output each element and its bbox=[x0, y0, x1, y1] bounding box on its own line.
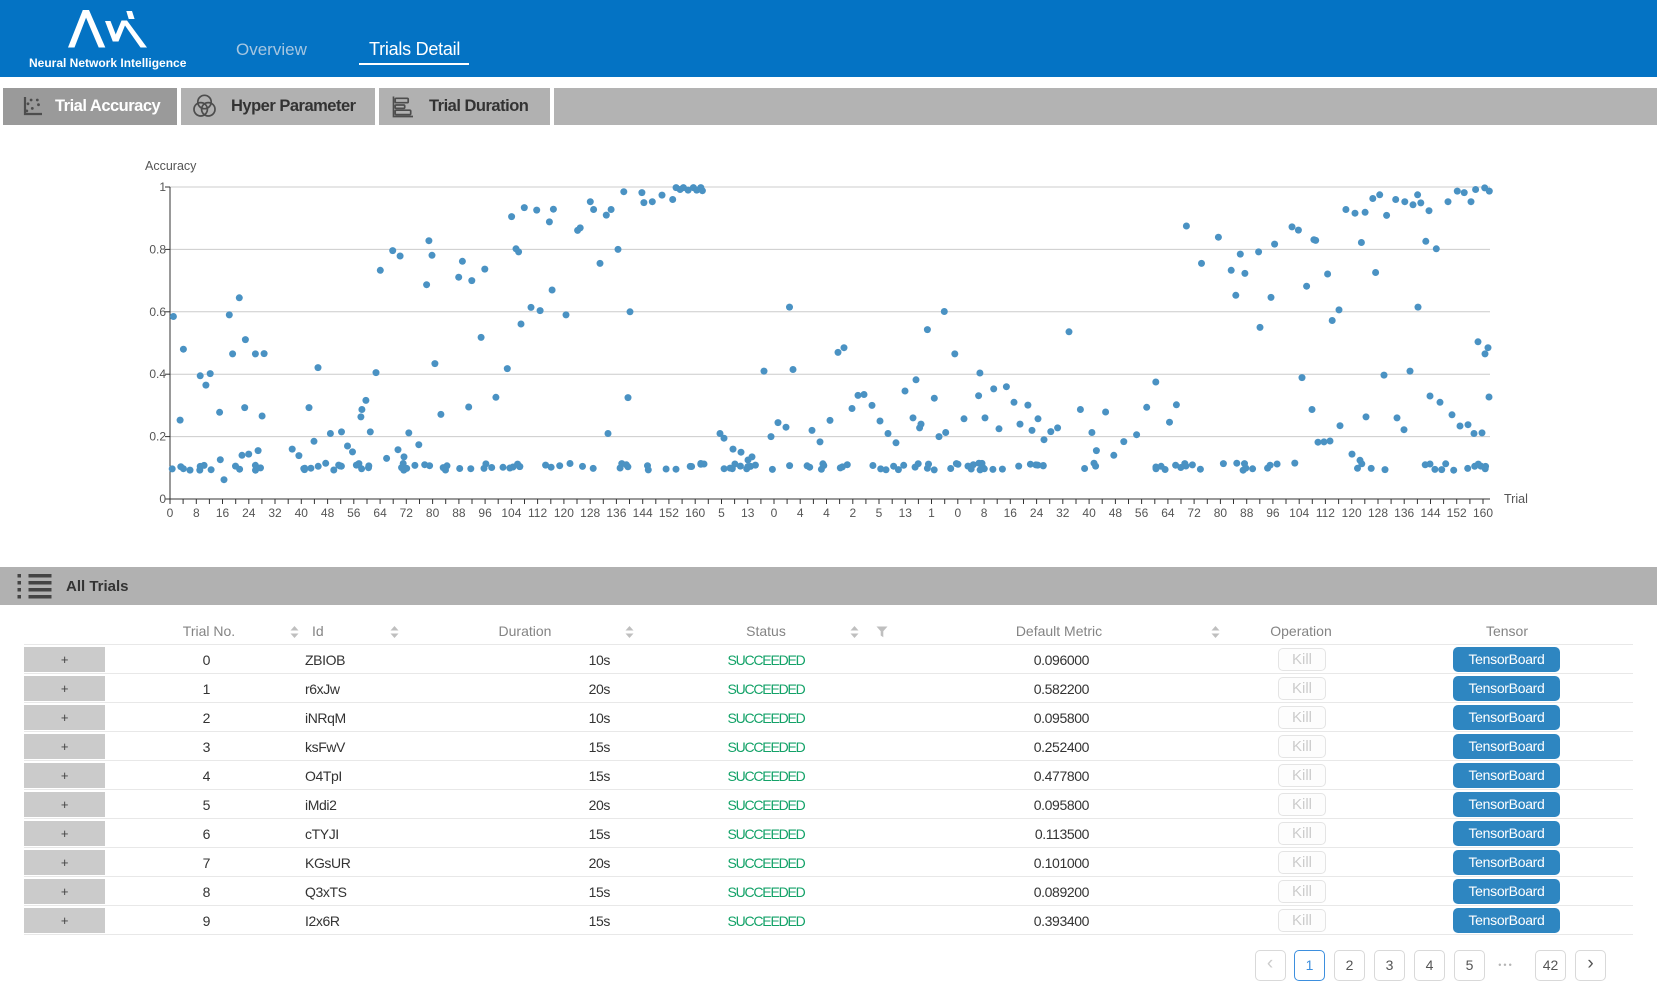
svg-text:32: 32 bbox=[268, 506, 282, 520]
svg-text:8: 8 bbox=[981, 506, 988, 520]
svg-text:16: 16 bbox=[1004, 506, 1018, 520]
svg-text:48: 48 bbox=[321, 506, 335, 520]
svg-text:56: 56 bbox=[347, 506, 361, 520]
svg-text:1: 1 bbox=[159, 180, 166, 194]
svg-text:72: 72 bbox=[400, 506, 414, 520]
svg-text:4: 4 bbox=[797, 506, 804, 520]
svg-text:144: 144 bbox=[633, 506, 653, 520]
svg-text:72: 72 bbox=[1187, 506, 1201, 520]
svg-text:0: 0 bbox=[771, 506, 778, 520]
svg-text:1: 1 bbox=[928, 506, 935, 520]
svg-text:136: 136 bbox=[606, 506, 626, 520]
svg-text:0: 0 bbox=[167, 506, 174, 520]
svg-text:0.8: 0.8 bbox=[149, 242, 166, 256]
svg-text:80: 80 bbox=[426, 506, 440, 520]
svg-text:24: 24 bbox=[1030, 506, 1044, 520]
svg-text:24: 24 bbox=[242, 506, 256, 520]
svg-text:13: 13 bbox=[899, 506, 913, 520]
svg-text:152: 152 bbox=[659, 506, 679, 520]
svg-text:104: 104 bbox=[501, 506, 521, 520]
svg-text:16: 16 bbox=[216, 506, 230, 520]
svg-text:Accuracy: Accuracy bbox=[145, 159, 197, 173]
svg-text:112: 112 bbox=[528, 506, 547, 520]
svg-text:0: 0 bbox=[954, 506, 961, 520]
svg-text:88: 88 bbox=[1240, 506, 1254, 520]
svg-text:160: 160 bbox=[1473, 506, 1493, 520]
svg-text:152: 152 bbox=[1447, 506, 1467, 520]
svg-text:Trial: Trial bbox=[1504, 492, 1528, 506]
svg-text:120: 120 bbox=[554, 506, 574, 520]
svg-text:128: 128 bbox=[1368, 506, 1388, 520]
svg-text:120: 120 bbox=[1342, 506, 1362, 520]
svg-text:40: 40 bbox=[1082, 506, 1096, 520]
svg-text:5: 5 bbox=[718, 506, 725, 520]
svg-text:128: 128 bbox=[580, 506, 600, 520]
svg-text:96: 96 bbox=[478, 506, 492, 520]
svg-text:32: 32 bbox=[1056, 506, 1070, 520]
svg-text:48: 48 bbox=[1109, 506, 1123, 520]
svg-text:64: 64 bbox=[373, 506, 387, 520]
svg-text:144: 144 bbox=[1420, 506, 1440, 520]
svg-text:56: 56 bbox=[1135, 506, 1149, 520]
svg-text:2: 2 bbox=[849, 506, 856, 520]
svg-text:160: 160 bbox=[685, 506, 705, 520]
svg-text:40: 40 bbox=[295, 506, 309, 520]
svg-text:88: 88 bbox=[452, 506, 466, 520]
svg-text:0: 0 bbox=[159, 492, 166, 506]
svg-text:80: 80 bbox=[1214, 506, 1228, 520]
svg-text:112: 112 bbox=[1316, 506, 1335, 520]
svg-text:64: 64 bbox=[1161, 506, 1175, 520]
svg-text:4: 4 bbox=[823, 506, 830, 520]
svg-text:136: 136 bbox=[1394, 506, 1414, 520]
svg-text:0.6: 0.6 bbox=[149, 305, 166, 319]
svg-text:0.4: 0.4 bbox=[149, 367, 166, 381]
svg-text:13: 13 bbox=[741, 506, 755, 520]
svg-text:104: 104 bbox=[1289, 506, 1309, 520]
svg-text:5: 5 bbox=[876, 506, 883, 520]
svg-text:96: 96 bbox=[1266, 506, 1280, 520]
svg-text:0.2: 0.2 bbox=[149, 430, 166, 444]
svg-text:8: 8 bbox=[193, 506, 200, 520]
